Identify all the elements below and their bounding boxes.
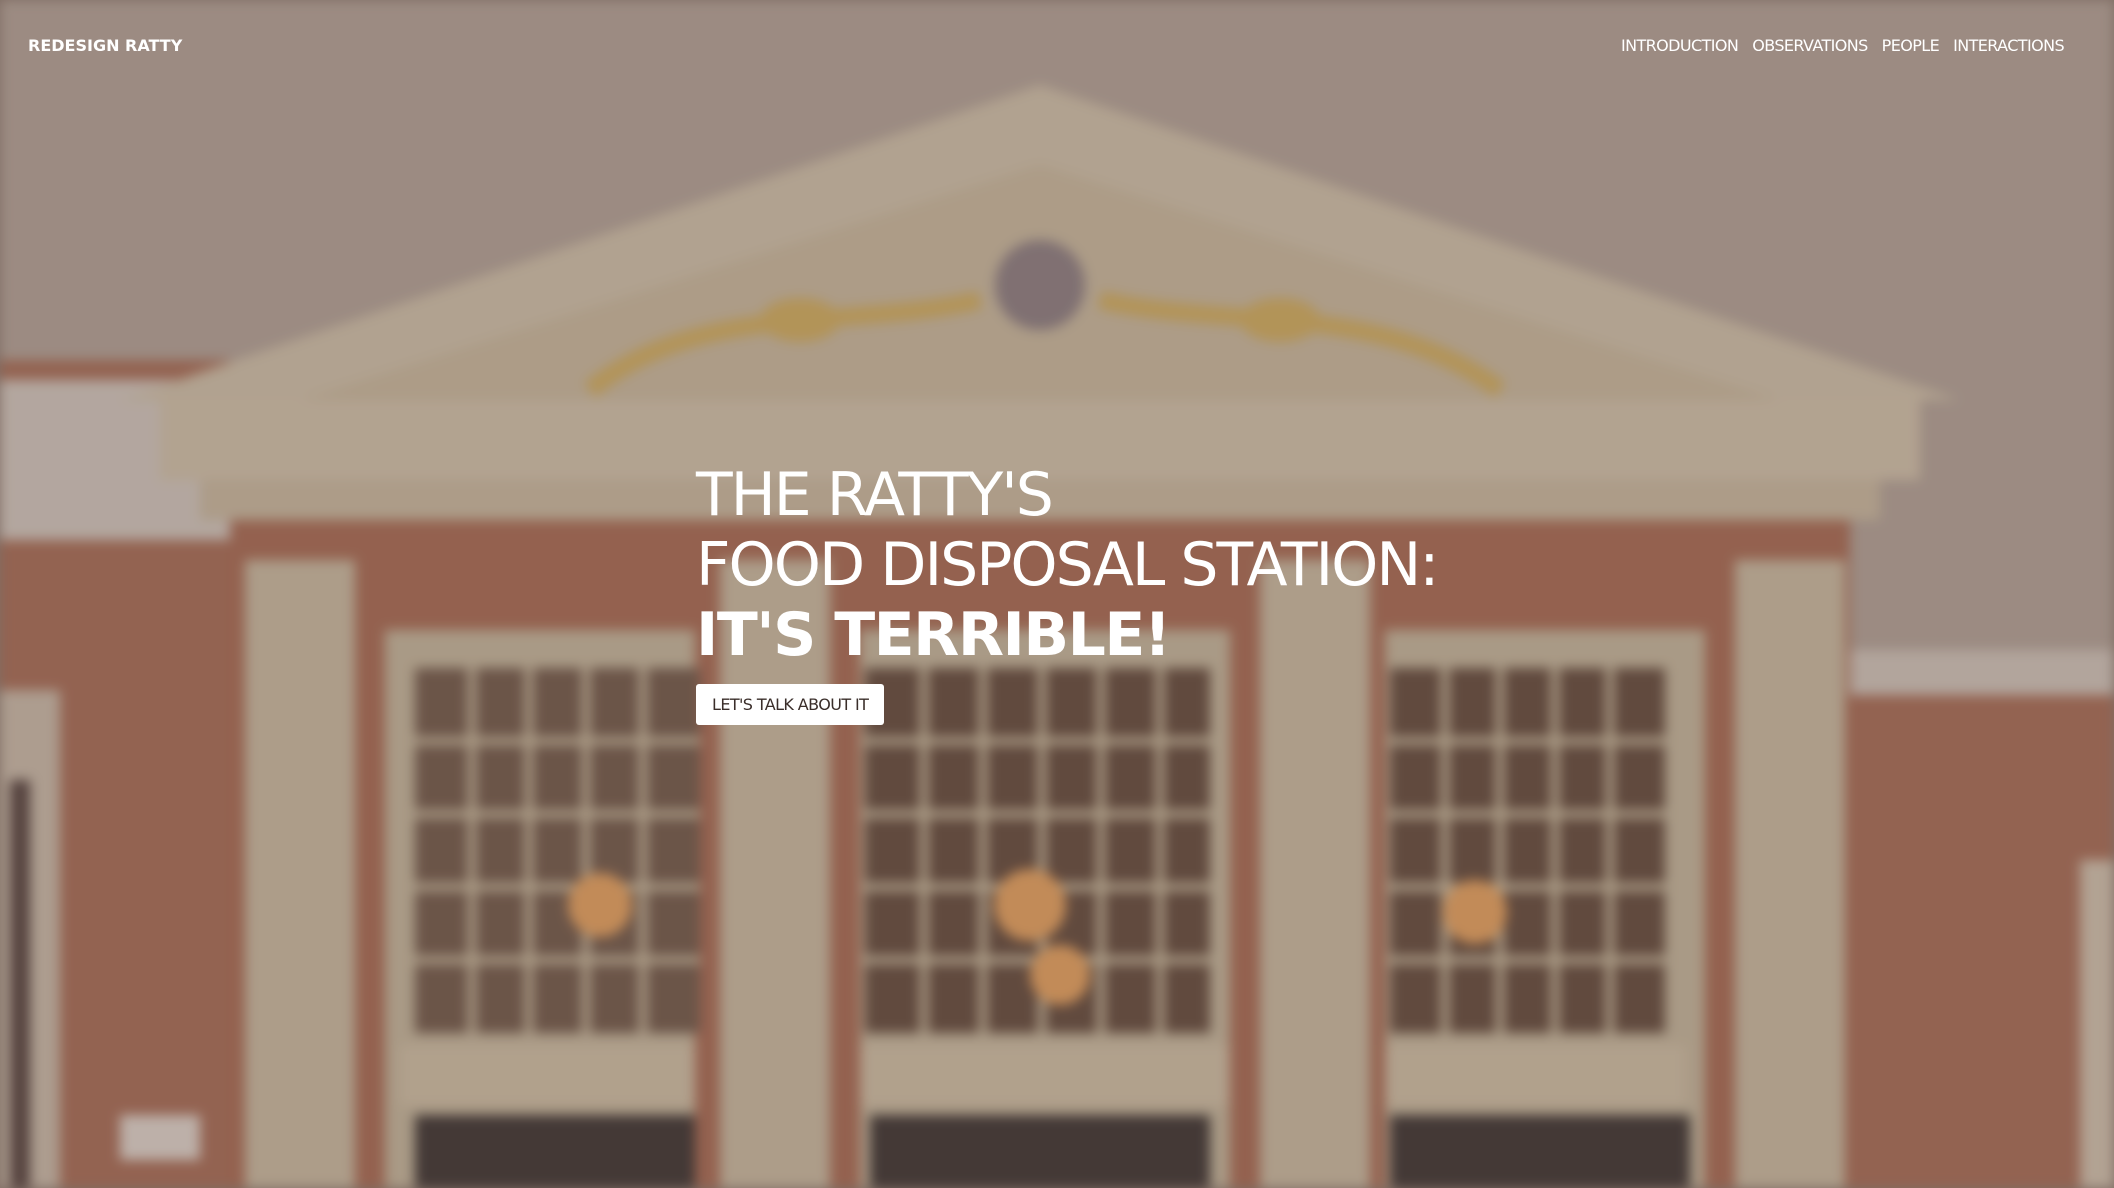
- hero-headline: THE RATTY'S FOOD DISPOSAL STATION: IT'S …: [696, 460, 1440, 670]
- lets-talk-button[interactable]: LET'S TALK ABOUT IT: [696, 684, 885, 725]
- nav-link-interactions[interactable]: INTERACTIONS: [1953, 36, 2064, 55]
- nav-link-people[interactable]: PEOPLE: [1882, 36, 1940, 55]
- brand-link[interactable]: REDESIGN RATTY: [28, 36, 182, 55]
- headline-line-2: FOOD DISPOSAL STATION:: [696, 530, 1440, 600]
- nav-link-observations[interactable]: OBSERVATIONS: [1752, 36, 1868, 55]
- hero-content: THE RATTY'S FOOD DISPOSAL STATION: IT'S …: [696, 460, 1440, 725]
- hero-section: REDESIGN RATTY INTRODUCTION OBSERVATIONS…: [0, 0, 2114, 1188]
- nav-links: INTRODUCTION OBSERVATIONS PEOPLE INTERAC…: [1621, 36, 2065, 55]
- nav-link-introduction[interactable]: INTRODUCTION: [1621, 36, 1739, 55]
- headline-line-3: IT'S TERRIBLE!: [696, 600, 1171, 670]
- headline-line-1: THE RATTY'S: [696, 460, 1054, 530]
- top-navbar: REDESIGN RATTY INTRODUCTION OBSERVATIONS…: [0, 0, 2114, 96]
